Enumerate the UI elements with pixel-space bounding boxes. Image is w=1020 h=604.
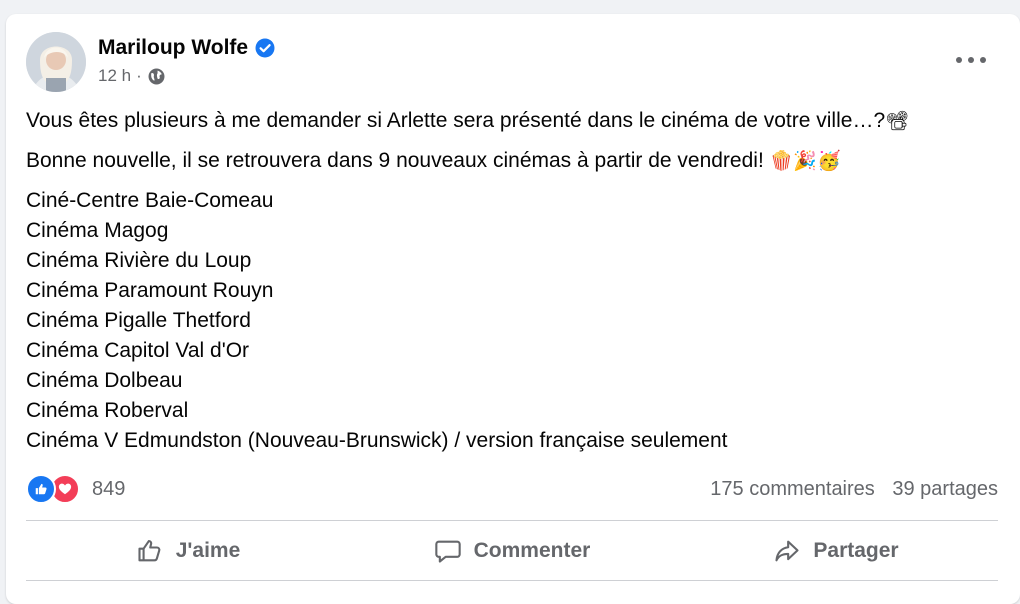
list-item: Cinéma Pigalle Thetford [26, 309, 251, 332]
meta-separator: · [136, 66, 142, 85]
divider [26, 520, 998, 521]
like-reaction-icon [26, 474, 56, 504]
projector-emoji: 📽 [885, 110, 910, 132]
verified-badge-icon [255, 38, 275, 58]
shares-count-link[interactable]: 39 partages [892, 478, 998, 500]
comment-button[interactable]: Commenter [350, 522, 674, 580]
avatar[interactable] [26, 32, 86, 92]
action-bar: J'aime Commenter Partager [26, 522, 998, 580]
comment-label: Commenter [473, 539, 591, 562]
cinema-list: Ciné-Centre Baie-Comeau Cinéma Magog Cin… [26, 186, 1006, 456]
paragraph-text: Bonne nouvelle, il se retrouvera dans 9 … [26, 149, 764, 172]
post-paragraph: Bonne nouvelle, il se retrouvera dans 9 … [26, 146, 1006, 176]
paragraph-text: Vous êtes plusieurs à me demander si Arl… [26, 109, 886, 132]
divider [26, 580, 998, 581]
author-name-row: Mariloup Wolfe [98, 36, 275, 60]
post-timestamp[interactable]: 12 h [98, 66, 131, 86]
list-item: Cinéma Paramount Rouyn [26, 279, 274, 302]
post-card: Mariloup Wolfe 12 h · Vous êtes plusieur… [6, 14, 1020, 604]
list-item: Cinéma Capitol Val d'Or [26, 339, 250, 362]
list-item: Cinéma Roberval [26, 399, 189, 422]
share-button[interactable]: Partager [674, 522, 998, 580]
comment-bubble-icon [434, 540, 461, 563]
celebration-emojis: 🍿🎉🥳 [769, 150, 841, 172]
list-item: Cinéma Magog [26, 219, 169, 242]
comments-shares: 175 commentaires 39 partages [698, 478, 998, 501]
more-dot [968, 57, 974, 63]
post-paragraph: Vous êtes plusieurs à me demander si Arl… [26, 106, 1006, 136]
list-item: Cinéma Rivière du Loup [26, 249, 252, 272]
like-label: J'aime [175, 539, 241, 562]
author-name[interactable]: Mariloup Wolfe [98, 36, 248, 60]
engagement-stats: 849 175 commentaires 39 partages [26, 474, 998, 504]
thumbs-up-icon [138, 540, 161, 562]
more-dot [956, 57, 962, 63]
list-item: Ciné-Centre Baie-Comeau [26, 189, 274, 212]
post-body: Vous êtes plusieurs à me demander si Arl… [26, 106, 1006, 456]
share-arrow-icon [775, 540, 799, 562]
like-button[interactable]: J'aime [26, 522, 350, 580]
reactions-summary[interactable]: 849 [26, 474, 125, 504]
reactions-count: 849 [92, 477, 126, 500]
comments-count-link[interactable]: 175 commentaires [710, 478, 875, 500]
list-item: Cinéma Dolbeau [26, 369, 183, 392]
more-options-icon[interactable] [956, 50, 986, 70]
share-label: Partager [813, 539, 899, 562]
list-item: Cinéma V Edmundston (Nouveau-Brunswick) … [26, 429, 728, 452]
more-dot [980, 57, 986, 63]
globe-icon[interactable] [148, 68, 165, 85]
post-meta: 12 h · [98, 66, 165, 86]
